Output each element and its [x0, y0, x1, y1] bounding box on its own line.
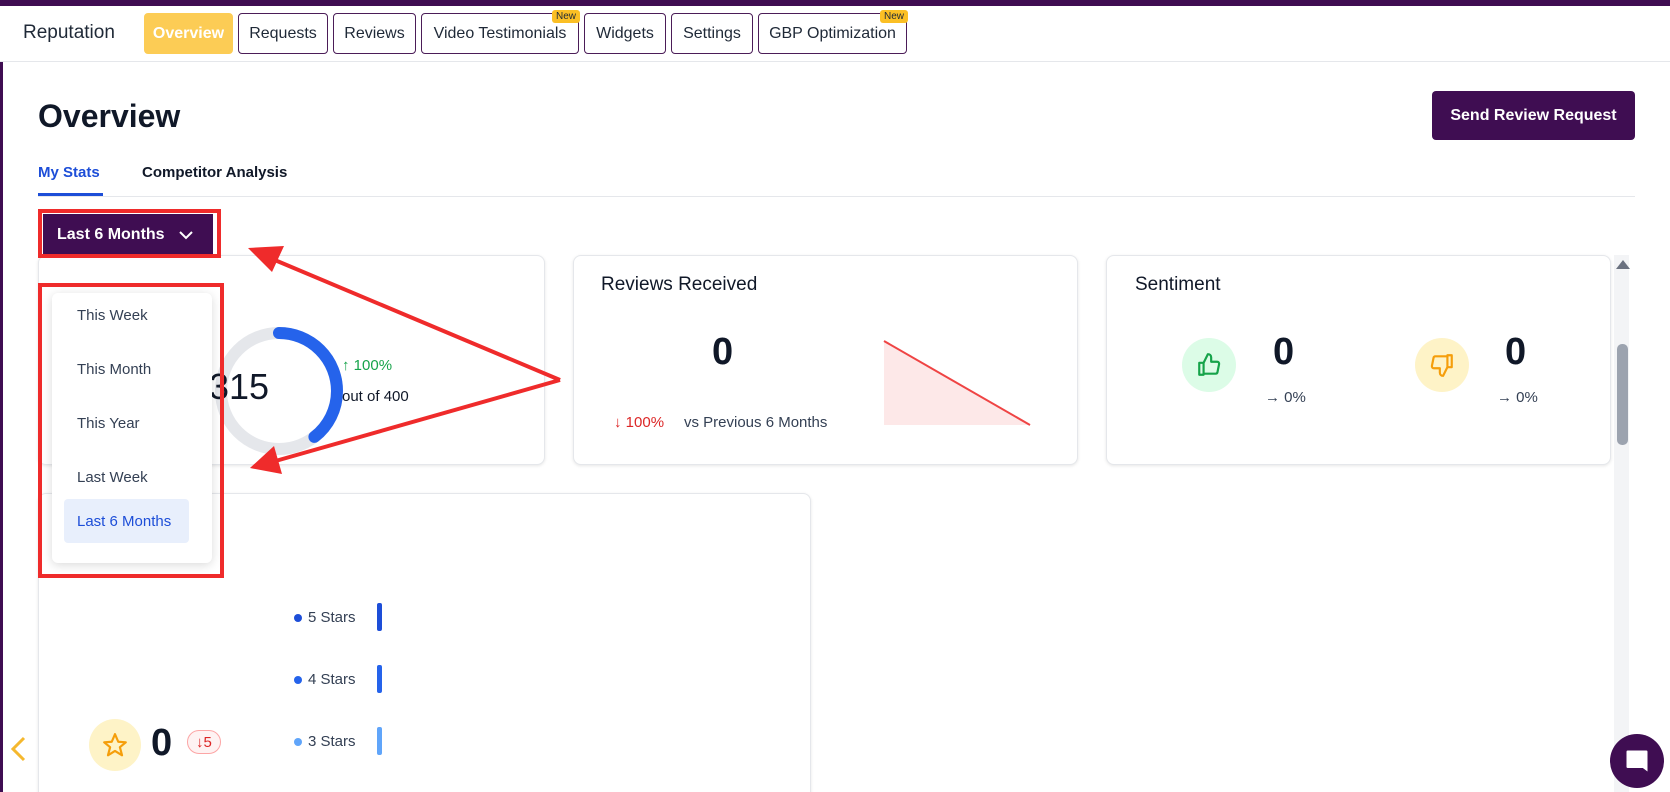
- scrollbar-thumb[interactable]: [1617, 344, 1628, 445]
- chat-bubble-icon: [1626, 750, 1648, 772]
- reputation-overview-page: Reputation Overview Requests Reviews Vid…: [0, 0, 1670, 792]
- chat-button[interactable]: [1610, 734, 1664, 788]
- scroll-up-icon[interactable]: [1616, 260, 1630, 269]
- scrollbar-track[interactable]: [1614, 255, 1629, 792]
- annotation-arrows: [248, 246, 561, 474]
- chevron-left-icon[interactable]: [8, 735, 28, 763]
